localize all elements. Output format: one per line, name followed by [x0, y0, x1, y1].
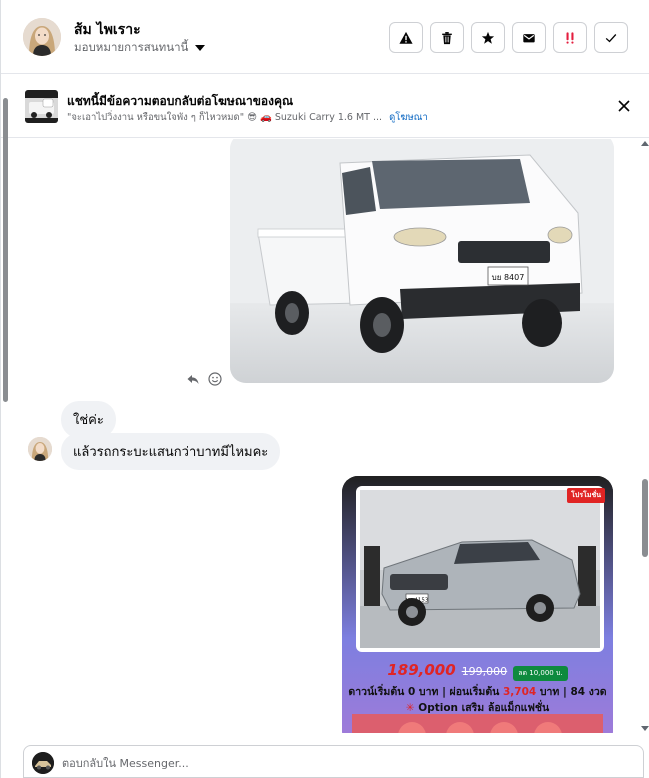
header-actions: [389, 22, 628, 53]
react-emoji-icon[interactable]: [208, 371, 222, 386]
promo-installment: 3,704: [503, 686, 537, 698]
assign-conversation-dropdown[interactable]: มอบหมายการสนทนานี้: [74, 39, 206, 57]
page-avatar: [32, 752, 54, 774]
banner-title: แชทนี้มีข้อความตอบกลับต่อโฆษณาของคุณ: [67, 94, 294, 108]
promo-image-message[interactable]: บห 4153 โปรโมชั่น 189,000 199,000 ลด 10,…: [342, 476, 613, 733]
close-icon: [618, 100, 630, 112]
thread-scrollbar[interactable]: [640, 139, 649, 733]
contact-avatar-small[interactable]: [28, 437, 52, 461]
warning-icon: [399, 31, 413, 44]
star-button[interactable]: [471, 22, 505, 53]
caret-down-icon: [195, 45, 206, 51]
panel-scrollbar-thumb[interactable]: [3, 98, 8, 402]
scroll-up-icon[interactable]: [641, 141, 649, 146]
promo-price-row: 189,000 199,000 ลด 10,000 บ.: [342, 661, 613, 681]
view-ad-link[interactable]: ดูโฆษณา: [389, 112, 428, 123]
panel-scrollbar[interactable]: [1, 74, 11, 778]
message-bubble[interactable]: แล้วรถกระบะแสนกว่าบาทมีไหมคะ: [61, 433, 281, 470]
star-icon: [481, 31, 495, 44]
ad-thumbnail[interactable]: [25, 90, 58, 123]
checkmark-icon: [605, 33, 617, 42]
promo-line1-suffix: บาท | 84 งวด: [539, 686, 607, 698]
ad-caption: "จะเอาไปวิ่งงาน หรือขนใจพัง ๆ ก็ไหวหมด" …: [67, 112, 383, 123]
mark-done-button[interactable]: [594, 22, 628, 53]
mark-important-button[interactable]: [553, 22, 587, 53]
scroll-down-icon[interactable]: [641, 726, 649, 731]
reply-composer: [23, 745, 644, 778]
promo-old-price: 199,000: [461, 665, 508, 678]
trash-icon: [442, 31, 452, 44]
messenger-conversation-panel: ส้ม ไพเราะ มอบหมายการสนทนานี้ แชทนี้มีข้…: [0, 0, 649, 778]
conversation-header: ส้ม ไพเราะ มอบหมายการสนทนานี้: [1, 0, 649, 74]
close-banner-button[interactable]: [615, 97, 633, 115]
promo-financing-line: ดาวน์เริ่มต้น 0 บาท | ผ่อนเริ่มต้น 3,704…: [342, 683, 613, 700]
message-thread[interactable]: บย 8407 ใช่ค่ะ แล้วรถกระบะแสนกว่าบาทมีไห…: [1, 139, 649, 733]
mark-spam-button[interactable]: [389, 22, 423, 53]
promo-tag: โปรโมชั่น: [567, 488, 605, 503]
promo-line1-prefix: ดาวน์เริ่มต้น 0 บาท | ผ่อนเริ่มต้น: [348, 686, 500, 698]
promo-option-text: Option เสริม ล้อแม็กแฟชั่น: [418, 702, 550, 714]
truck-plate-text: บย 8407: [492, 273, 525, 282]
contact-name[interactable]: ส้ม ไพเราะ: [74, 19, 141, 41]
mark-unread-button[interactable]: [512, 22, 546, 53]
reply-icon[interactable]: [186, 371, 200, 385]
reply-input[interactable]: [62, 753, 622, 773]
double-exclamation-icon: [566, 31, 574, 44]
mail-icon: [523, 33, 535, 42]
delete-button[interactable]: [430, 22, 464, 53]
thread-scrollbar-thumb[interactable]: [642, 479, 648, 557]
promo-price: 189,000: [387, 661, 456, 679]
assign-label: มอบหมายการสนทนานี้: [74, 40, 189, 54]
contact-avatar[interactable]: [23, 18, 61, 56]
ad-reply-banner: แชทนี้มีข้อความตอบกลับต่อโฆษณาของคุณ "จะ…: [1, 74, 649, 138]
asterisk-icon: ✳: [405, 702, 415, 714]
promo-discount-badge: ลด 10,000 บ.: [513, 666, 568, 681]
message-tools: [186, 371, 222, 386]
promo-option-line: ✳ Option เสริม ล้อแม็กแฟชั่น: [342, 699, 613, 716]
banner-subtitle: "จะเอาไปวิ่งงาน หรือขนใจพัง ๆ ก็ไหวหมด" …: [67, 110, 428, 125]
truck-image-message[interactable]: บย 8407: [230, 139, 614, 383]
